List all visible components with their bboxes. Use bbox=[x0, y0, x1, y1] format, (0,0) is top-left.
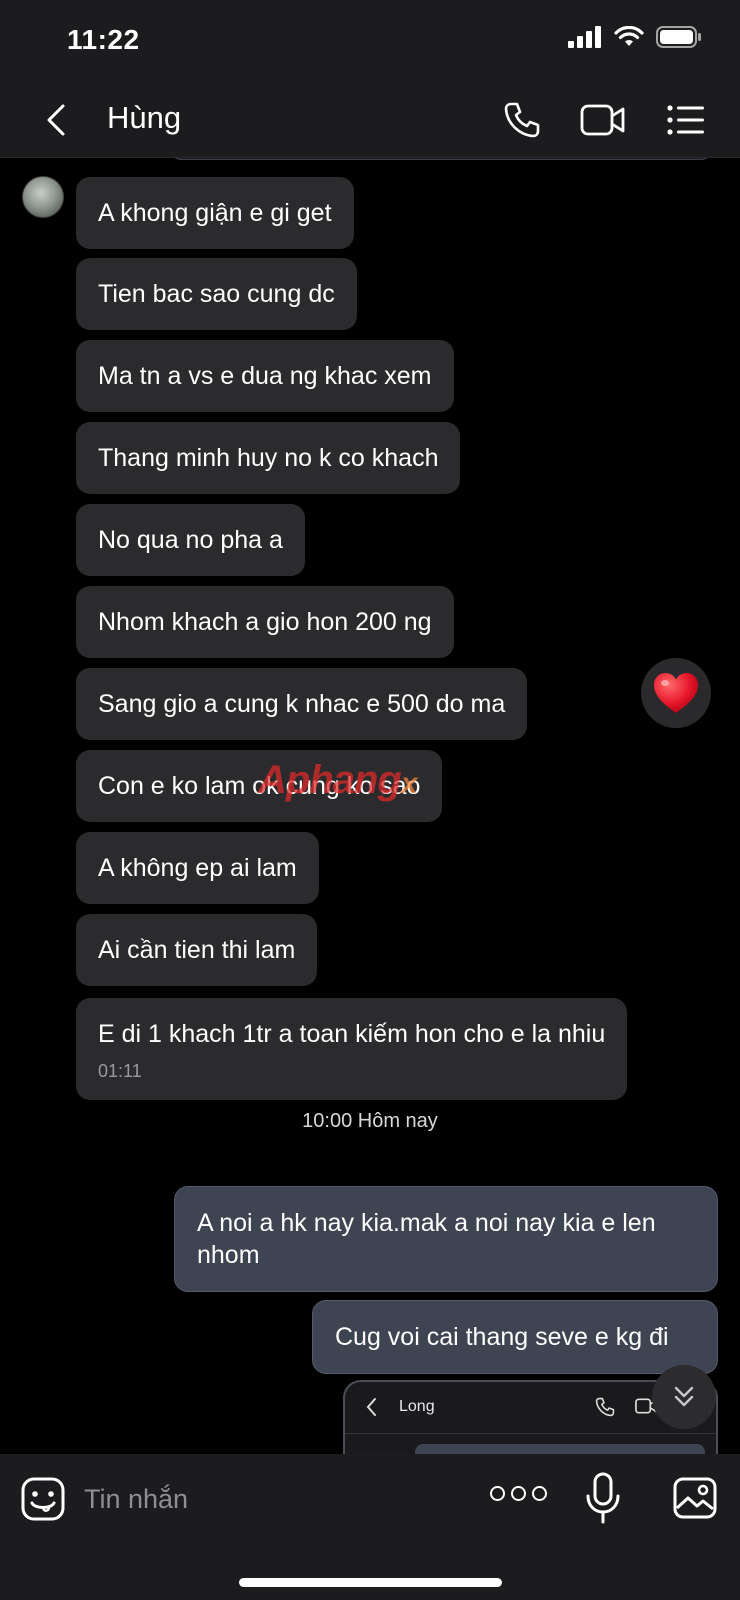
day-separator: 10:00 Hôm nay bbox=[302, 1110, 438, 1132]
voice-record-button[interactable] bbox=[585, 1472, 621, 1524]
message-text: Sang gio a cung k nhac e 500 do ma bbox=[98, 690, 506, 718]
message-bubble-incoming[interactable]: A không ep ai lam bbox=[76, 832, 319, 904]
watermark-logo: Aphangx bbox=[258, 758, 418, 803]
chevron-left-icon bbox=[366, 1398, 376, 1416]
message-text: No qua no pha a bbox=[98, 526, 283, 554]
message-text: A không ep ai lam bbox=[98, 854, 297, 882]
sticker-face-icon bbox=[21, 1477, 65, 1521]
composer-bar bbox=[0, 1454, 740, 1600]
dot bbox=[532, 1486, 547, 1501]
microphone-icon bbox=[586, 1472, 620, 1524]
message-bubble-incoming[interactable]: Sang gio a cung k nhac e 500 do ma bbox=[76, 668, 528, 740]
gallery-button[interactable] bbox=[672, 1476, 718, 1520]
video-call-button[interactable] bbox=[578, 96, 628, 144]
message-text: Cug voi cai thang seve e kg đi bbox=[335, 1323, 669, 1351]
dot bbox=[511, 1486, 526, 1501]
message-text: Nhom khach a gio hon 200 ng bbox=[98, 608, 432, 636]
status-bar: 11:22 bbox=[0, 0, 740, 82]
message-text: A noi a hk nay kia.mak a noi nay kia e l… bbox=[197, 1209, 656, 1269]
status-time: 11:22 bbox=[67, 24, 140, 55]
reaction-badge[interactable] bbox=[641, 658, 711, 728]
chat-header: Hùng bbox=[0, 82, 740, 158]
sticker-button[interactable] bbox=[20, 1476, 66, 1522]
list-menu-icon bbox=[667, 105, 704, 135]
message-text: Ma tn a vs e dua ng khac xem bbox=[98, 362, 432, 390]
phone-icon bbox=[504, 102, 540, 138]
watermark-suffix: x bbox=[400, 767, 418, 800]
message-text: Tien bac sao cung dc bbox=[98, 280, 335, 308]
chevron-left-icon bbox=[47, 104, 65, 136]
message-bubble-incoming[interactable]: E di 1 khach 1tr a toan kiếm hon cho e l… bbox=[76, 998, 628, 1100]
message-text: Thang minh huy no k co khach bbox=[98, 444, 439, 472]
message-bubble-incoming[interactable]: Ma tn a vs e dua ng khac xem bbox=[76, 340, 454, 412]
message-bubble-incoming[interactable]: Tien bac sao cung dc bbox=[76, 258, 357, 330]
message-text: E di 1 khach 1tr a toan kiếm hon cho e l… bbox=[98, 1020, 606, 1048]
scroll-to-bottom-button[interactable] bbox=[652, 1365, 716, 1429]
message-bubble-outgoing-partial bbox=[170, 158, 712, 160]
shared-screenshot-bubble bbox=[415, 1444, 705, 1454]
message-bubble-outgoing[interactable]: Cug voi cai thang seve e kg đi bbox=[312, 1300, 718, 1374]
back-button[interactable] bbox=[36, 98, 76, 142]
message-bubble-incoming[interactable]: No qua no pha a bbox=[76, 504, 305, 576]
call-button[interactable] bbox=[498, 96, 546, 144]
shared-screenshot-contact-name: Long bbox=[399, 1398, 435, 1415]
message-bubble-incoming[interactable]: Nhom khach a gio hon 200 ng bbox=[76, 586, 454, 658]
message-list[interactable]: A khong giận e gi get Tien bac sao cung … bbox=[0, 158, 740, 1454]
message-text: A khong giận e gi get bbox=[98, 199, 332, 227]
message-bubble-incoming[interactable]: A khong giận e gi get bbox=[76, 177, 354, 249]
heart-icon bbox=[654, 673, 698, 713]
dot bbox=[490, 1486, 505, 1501]
message-bubble-incoming[interactable]: Ai cần tien thi lam bbox=[76, 914, 318, 986]
battery-icon bbox=[656, 26, 701, 48]
message-text: Ai cần tien thi lam bbox=[98, 936, 296, 964]
avatar[interactable] bbox=[22, 176, 64, 218]
signal-icon bbox=[568, 26, 601, 48]
home-indicator[interactable] bbox=[239, 1578, 502, 1587]
watermark-main: Aphang bbox=[258, 758, 402, 802]
message-bubble-outgoing[interactable]: A noi a hk nay kia.mak a noi nay kia e l… bbox=[174, 1186, 718, 1292]
message-time: 01:11 bbox=[98, 1061, 142, 1081]
double-chevron-down-icon bbox=[674, 1386, 694, 1407]
video-camera-icon bbox=[580, 104, 625, 136]
wifi-icon bbox=[614, 26, 644, 46]
more-options-button[interactable] bbox=[490, 1486, 547, 1501]
menu-button[interactable] bbox=[662, 96, 710, 144]
contact-name[interactable]: Hùng bbox=[107, 100, 181, 136]
image-gallery-icon bbox=[673, 1477, 717, 1519]
status-icons bbox=[568, 26, 702, 48]
message-input[interactable] bbox=[84, 1476, 464, 1522]
phone-icon bbox=[595, 1397, 615, 1417]
message-bubble-incoming[interactable]: Thang minh huy no k co khach bbox=[76, 422, 461, 494]
